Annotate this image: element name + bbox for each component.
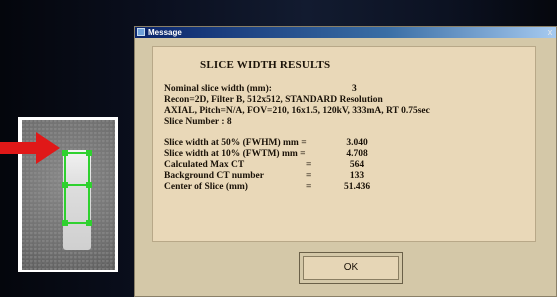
result-label: Slice width at 50% (FWHM) mm = — [164, 138, 307, 148]
nominal-slice-width-value: 3 — [352, 84, 357, 94]
result-value: 4.708 — [346, 149, 368, 159]
result-value: 3.040 — [346, 138, 368, 148]
close-icon[interactable]: x — [546, 27, 554, 38]
recon-line: Recon=2D, Filter B, 512x512, STANDARD Re… — [164, 95, 383, 105]
roi-handle-mid-right[interactable] — [86, 182, 92, 188]
roi-handle-bottom-right[interactable] — [86, 220, 92, 226]
results-heading: SLICE WIDTH RESULTS — [200, 59, 331, 71]
result-value: 133 — [349, 171, 365, 181]
result-label: Calculated Max CT — [164, 160, 245, 170]
roi-handle-mid-left[interactable] — [62, 182, 68, 188]
result-label: Background CT number — [164, 171, 264, 181]
nominal-slice-width-label: Nominal slice width (mm): — [164, 84, 272, 94]
roi-handle-bottom-left[interactable] — [62, 220, 68, 226]
roi-handle-top-right[interactable] — [86, 150, 92, 156]
result-equals: = — [306, 160, 312, 170]
axial-line: AXIAL, Pitch=N/A, FOV=210, 16x1.5, 120kV… — [164, 106, 430, 116]
message-window-icon — [137, 28, 145, 36]
ok-button[interactable]: OK — [303, 256, 399, 280]
result-label: Slice width at 10% (FWTM) mm = — [164, 149, 306, 159]
roi-handle-top-left[interactable] — [62, 150, 68, 156]
red-arrow-icon — [0, 132, 60, 164]
result-value: 564 — [349, 160, 365, 170]
result-equals: = — [306, 171, 312, 181]
dialog-titlebar[interactable]: Message x — [135, 27, 556, 38]
result-label: Center of Slice (mm) — [164, 182, 248, 192]
roi-rectangle[interactable] — [64, 152, 90, 224]
slice-number-line: Slice Number : 8 — [164, 117, 232, 127]
result-value: 51.436 — [343, 182, 371, 192]
message-dialog: Message x SLICE WIDTH RESULTS Nominal sl… — [134, 26, 557, 297]
dialog-title: Message — [148, 28, 182, 37]
result-equals: = — [306, 182, 312, 192]
